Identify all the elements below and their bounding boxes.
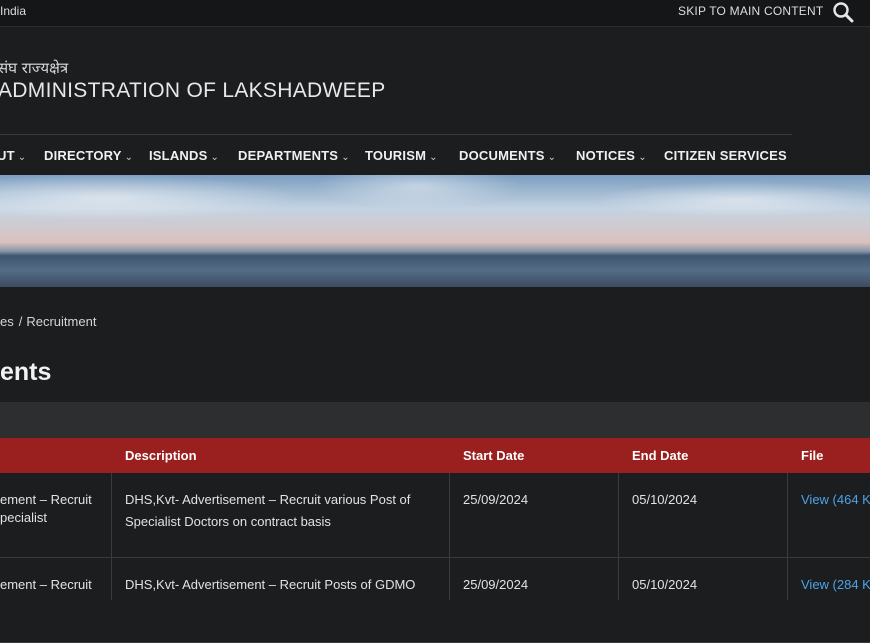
- description-line: Specialist Doctors on contract basis: [125, 514, 331, 529]
- breadcrumb-current: Recruitment: [26, 314, 97, 329]
- nav-item-citizen-services[interactable]: CITIZEN SERVICES: [664, 148, 787, 163]
- cell-title: ement – Recruit: [0, 574, 92, 596]
- description-line: DHS,Kvt- Advertisement – Recruit Posts o…: [125, 577, 416, 592]
- chevron-down-icon: ⌄: [17, 152, 27, 163]
- cell-start-date: 25/09/2024: [463, 492, 529, 507]
- nav-item-documents[interactable]: DOCUMENTS ⌄: [459, 148, 556, 163]
- file-view-link[interactable]: View (284 K: [801, 574, 870, 596]
- nav-label: UT: [0, 148, 15, 163]
- nav-item-notices[interactable]: NOTICES ⌄: [576, 148, 647, 163]
- nav-label: DIRECTORY: [44, 148, 122, 163]
- cell-end-date: 05/10/2024: [632, 492, 698, 507]
- nav-label: TOURISM: [365, 148, 427, 163]
- banner-sea-image: [0, 175, 870, 287]
- cell-title: ement – Recruit pecialist: [0, 489, 92, 529]
- nav-label: DOCUMENTS: [459, 148, 545, 163]
- column-header-file: File: [801, 448, 824, 463]
- cell-end-date: 05/10/2024: [632, 577, 698, 592]
- gov-india-link[interactable]: India: [0, 4, 26, 18]
- file-view-link[interactable]: View (464 K: [801, 489, 870, 511]
- nav-label: CITIZEN SERVICES: [664, 148, 787, 163]
- nav-item-islands[interactable]: ISLANDS ⌄: [149, 148, 219, 163]
- nav-item-ut[interactable]: UT ⌄: [0, 148, 26, 163]
- description-line: DHS,Kvt- Advertisement – Recruit various…: [125, 492, 411, 507]
- cell-start-date: 25/09/2024: [463, 577, 529, 592]
- cell-description: DHS,Kvt- Advertisement – Recruit Posts o…: [125, 574, 415, 596]
- breadcrumb-parent-link[interactable]: es: [0, 314, 14, 329]
- table-header: Description Start Date End Date File: [0, 438, 870, 473]
- column-header-description: Description: [125, 448, 197, 463]
- filter-bar: [0, 402, 870, 438]
- chevron-down-icon: ⌄: [429, 152, 438, 163]
- chevron-down-icon: ⌄: [547, 152, 557, 163]
- search-icon[interactable]: [832, 1, 854, 23]
- column-divider: [787, 473, 788, 600]
- title-line: ement – Recruit: [0, 577, 92, 592]
- main-navigation: UT ⌄ DIRECTORY ⌄ ISLANDS ⌄ DEPARTMENTS ⌄ TOU…: [0, 135, 870, 175]
- brand-subtitle-hindi: संघ राज्यक्षेत्र: [0, 59, 69, 77]
- table-row: ement – Recruit pecialist DHS,Kvt- Adver…: [0, 473, 870, 558]
- cell-description: DHS,Kvt- Advertisement – Recruit various…: [125, 489, 410, 533]
- chevron-down-icon: ⌄: [638, 152, 647, 163]
- breadcrumb-separator: /: [18, 314, 23, 329]
- skip-to-main-content-link[interactable]: SKIP TO MAIN CONTENT: [678, 4, 823, 18]
- nav-item-directory[interactable]: DIRECTORY ⌄: [44, 148, 133, 163]
- column-divider: [111, 473, 112, 600]
- nav-label: NOTICES: [576, 148, 636, 163]
- chevron-down-icon: ⌄: [341, 152, 350, 163]
- column-divider: [618, 473, 619, 600]
- top-bar: India SKIP TO MAIN CONTENT: [0, 0, 870, 27]
- site-title[interactable]: ADMINISTRATION OF LAKSHADWEEP: [0, 79, 386, 103]
- table-row: ement – Recruit DHS,Kvt- Advertisement –…: [0, 558, 870, 643]
- nav-item-tourism[interactable]: TOURISM ⌄: [365, 148, 438, 163]
- chevron-down-icon: ⌄: [210, 152, 220, 163]
- nav-label: ISLANDS: [149, 148, 208, 163]
- nav-label: DEPARTMENTS: [238, 148, 339, 163]
- page-title: ents: [0, 358, 52, 386]
- nav-item-departments[interactable]: DEPARTMENTS ⌄: [238, 148, 350, 163]
- chevron-down-icon: ⌄: [124, 152, 134, 163]
- column-header-end-date: End Date: [632, 448, 689, 463]
- breadcrumb: es / Recruitment: [0, 314, 96, 329]
- column-header-start-date: Start Date: [463, 448, 525, 463]
- column-divider: [449, 473, 450, 600]
